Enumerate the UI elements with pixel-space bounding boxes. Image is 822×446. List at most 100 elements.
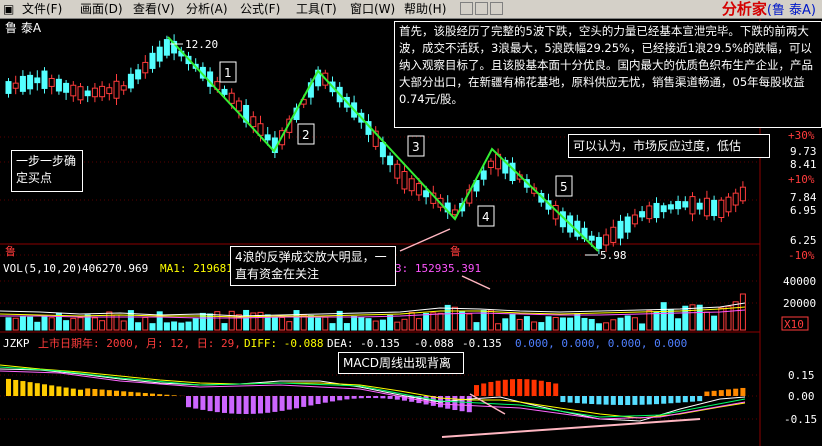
price-tick-1: 9.73 xyxy=(790,145,817,158)
lu-mark-right: 鲁 xyxy=(450,244,461,258)
volume-bar xyxy=(279,316,286,331)
macd-bar xyxy=(70,388,76,396)
menu-file[interactable]: 文件(F) xyxy=(22,2,62,17)
volume-bar xyxy=(631,317,638,331)
price-axis: +30% 9.73 8.41 +10% 7.84 6.95 6.25 -10% xyxy=(788,129,817,262)
macd-bar xyxy=(618,396,623,405)
wave4-volume-note: 4浪的反弹成交放大明显，一直有资金在关注 xyxy=(230,246,396,286)
price-tick-4: 7.84 xyxy=(790,191,817,204)
menu-window[interactable]: 窗口(W) xyxy=(350,2,395,17)
candle-body xyxy=(70,84,77,97)
restore-icon[interactable] xyxy=(475,2,488,15)
candle-body xyxy=(667,204,674,210)
volume-bar xyxy=(523,316,530,331)
candle-body xyxy=(408,178,415,192)
price-tick-2: 8.41 xyxy=(790,158,817,171)
close-icon[interactable] xyxy=(490,2,503,15)
vol-title: VOL(5,10,20) xyxy=(3,262,82,275)
candle-body xyxy=(617,220,624,239)
macd-bar xyxy=(610,396,616,405)
macd-bar xyxy=(582,396,587,404)
wave-label-2: 2 xyxy=(302,128,310,142)
macd-bar xyxy=(128,391,134,396)
macd-bar xyxy=(351,396,357,399)
macd-header: JZKP 上市日期年: 2000, 月: 12, 日: 29, DIFF: -0… xyxy=(3,336,687,350)
volume-bar xyxy=(603,322,610,331)
volume-bar xyxy=(27,316,34,331)
volume-bar xyxy=(307,315,314,331)
volume-bar xyxy=(343,323,350,331)
minimize-icon[interactable] xyxy=(460,2,473,15)
candle-body xyxy=(19,75,26,92)
volume-bar xyxy=(185,321,192,331)
volume-bar xyxy=(91,317,98,331)
candle-body xyxy=(156,46,163,62)
macd-tick-2: -0.15 xyxy=(784,413,817,426)
candle-body xyxy=(99,85,106,98)
macd-bar xyxy=(193,396,199,409)
wave-label-1: 1 xyxy=(224,66,232,80)
macd-grid xyxy=(0,374,760,420)
volume-bar xyxy=(387,314,394,331)
app-menu-icon[interactable]: ▣ xyxy=(3,2,14,17)
volume-bar xyxy=(271,317,278,331)
macd-bar xyxy=(27,382,33,396)
menu-tools[interactable]: 工具(T) xyxy=(296,2,337,17)
brand-logo: 分析家(鲁 泰A) xyxy=(721,0,816,18)
volume-bar xyxy=(430,312,437,331)
menu-help[interactable]: 帮助(H) xyxy=(404,2,446,17)
volume-bar xyxy=(394,321,401,331)
volume-bar xyxy=(703,311,710,331)
candle-body xyxy=(603,234,610,246)
macd-bar xyxy=(294,396,299,409)
candle-body xyxy=(711,199,718,217)
volume-bar xyxy=(322,316,329,331)
macd-bar xyxy=(596,396,602,405)
candle-body xyxy=(221,88,228,95)
menu-check[interactable]: 查看(V) xyxy=(133,2,175,17)
volume-bar xyxy=(77,317,84,331)
volume-bar xyxy=(516,318,523,331)
candle-body xyxy=(725,196,732,213)
volume-bar xyxy=(178,322,185,331)
volume-bar xyxy=(19,316,26,331)
macd-bar xyxy=(272,396,278,412)
menu-formula[interactable]: 公式(F) xyxy=(240,2,280,17)
macd-bar xyxy=(632,396,638,405)
volume-bar xyxy=(531,321,538,331)
macd-title: JZKP xyxy=(3,337,30,350)
volume-bar xyxy=(495,323,502,331)
macd-bar xyxy=(646,396,652,405)
macd-bar xyxy=(250,396,256,414)
volume-bar xyxy=(552,316,559,331)
macd-bar xyxy=(668,396,674,404)
volume-bar xyxy=(221,323,228,331)
macd-bar xyxy=(711,390,717,396)
macd-bar xyxy=(63,387,69,396)
menu-view[interactable]: 画面(D) xyxy=(80,2,123,17)
volume-bar xyxy=(12,317,19,331)
candle-body xyxy=(250,116,257,128)
volume-bar xyxy=(372,320,379,331)
volume-bar xyxy=(120,320,127,331)
candle-body xyxy=(696,202,703,210)
volume-bar xyxy=(466,313,473,331)
macd-bar xyxy=(690,396,695,402)
volume-bar xyxy=(423,312,430,331)
price-tick-7: -10% xyxy=(788,249,815,262)
macd-bar xyxy=(337,396,343,401)
volume-bar xyxy=(711,315,718,331)
candle-body xyxy=(5,81,12,94)
volume-bar xyxy=(106,311,113,331)
candle-body xyxy=(682,201,689,208)
candle-body xyxy=(703,197,710,217)
candle-body xyxy=(228,92,235,104)
volume-bar xyxy=(581,317,588,331)
macd-bar xyxy=(675,396,681,403)
menu-analysis[interactable]: 分析(A) xyxy=(186,2,228,17)
macd-bar xyxy=(6,378,11,396)
macd-bar xyxy=(279,396,285,411)
candle-body xyxy=(63,82,70,93)
macd-bar xyxy=(495,380,501,396)
macd-bar xyxy=(625,396,631,405)
